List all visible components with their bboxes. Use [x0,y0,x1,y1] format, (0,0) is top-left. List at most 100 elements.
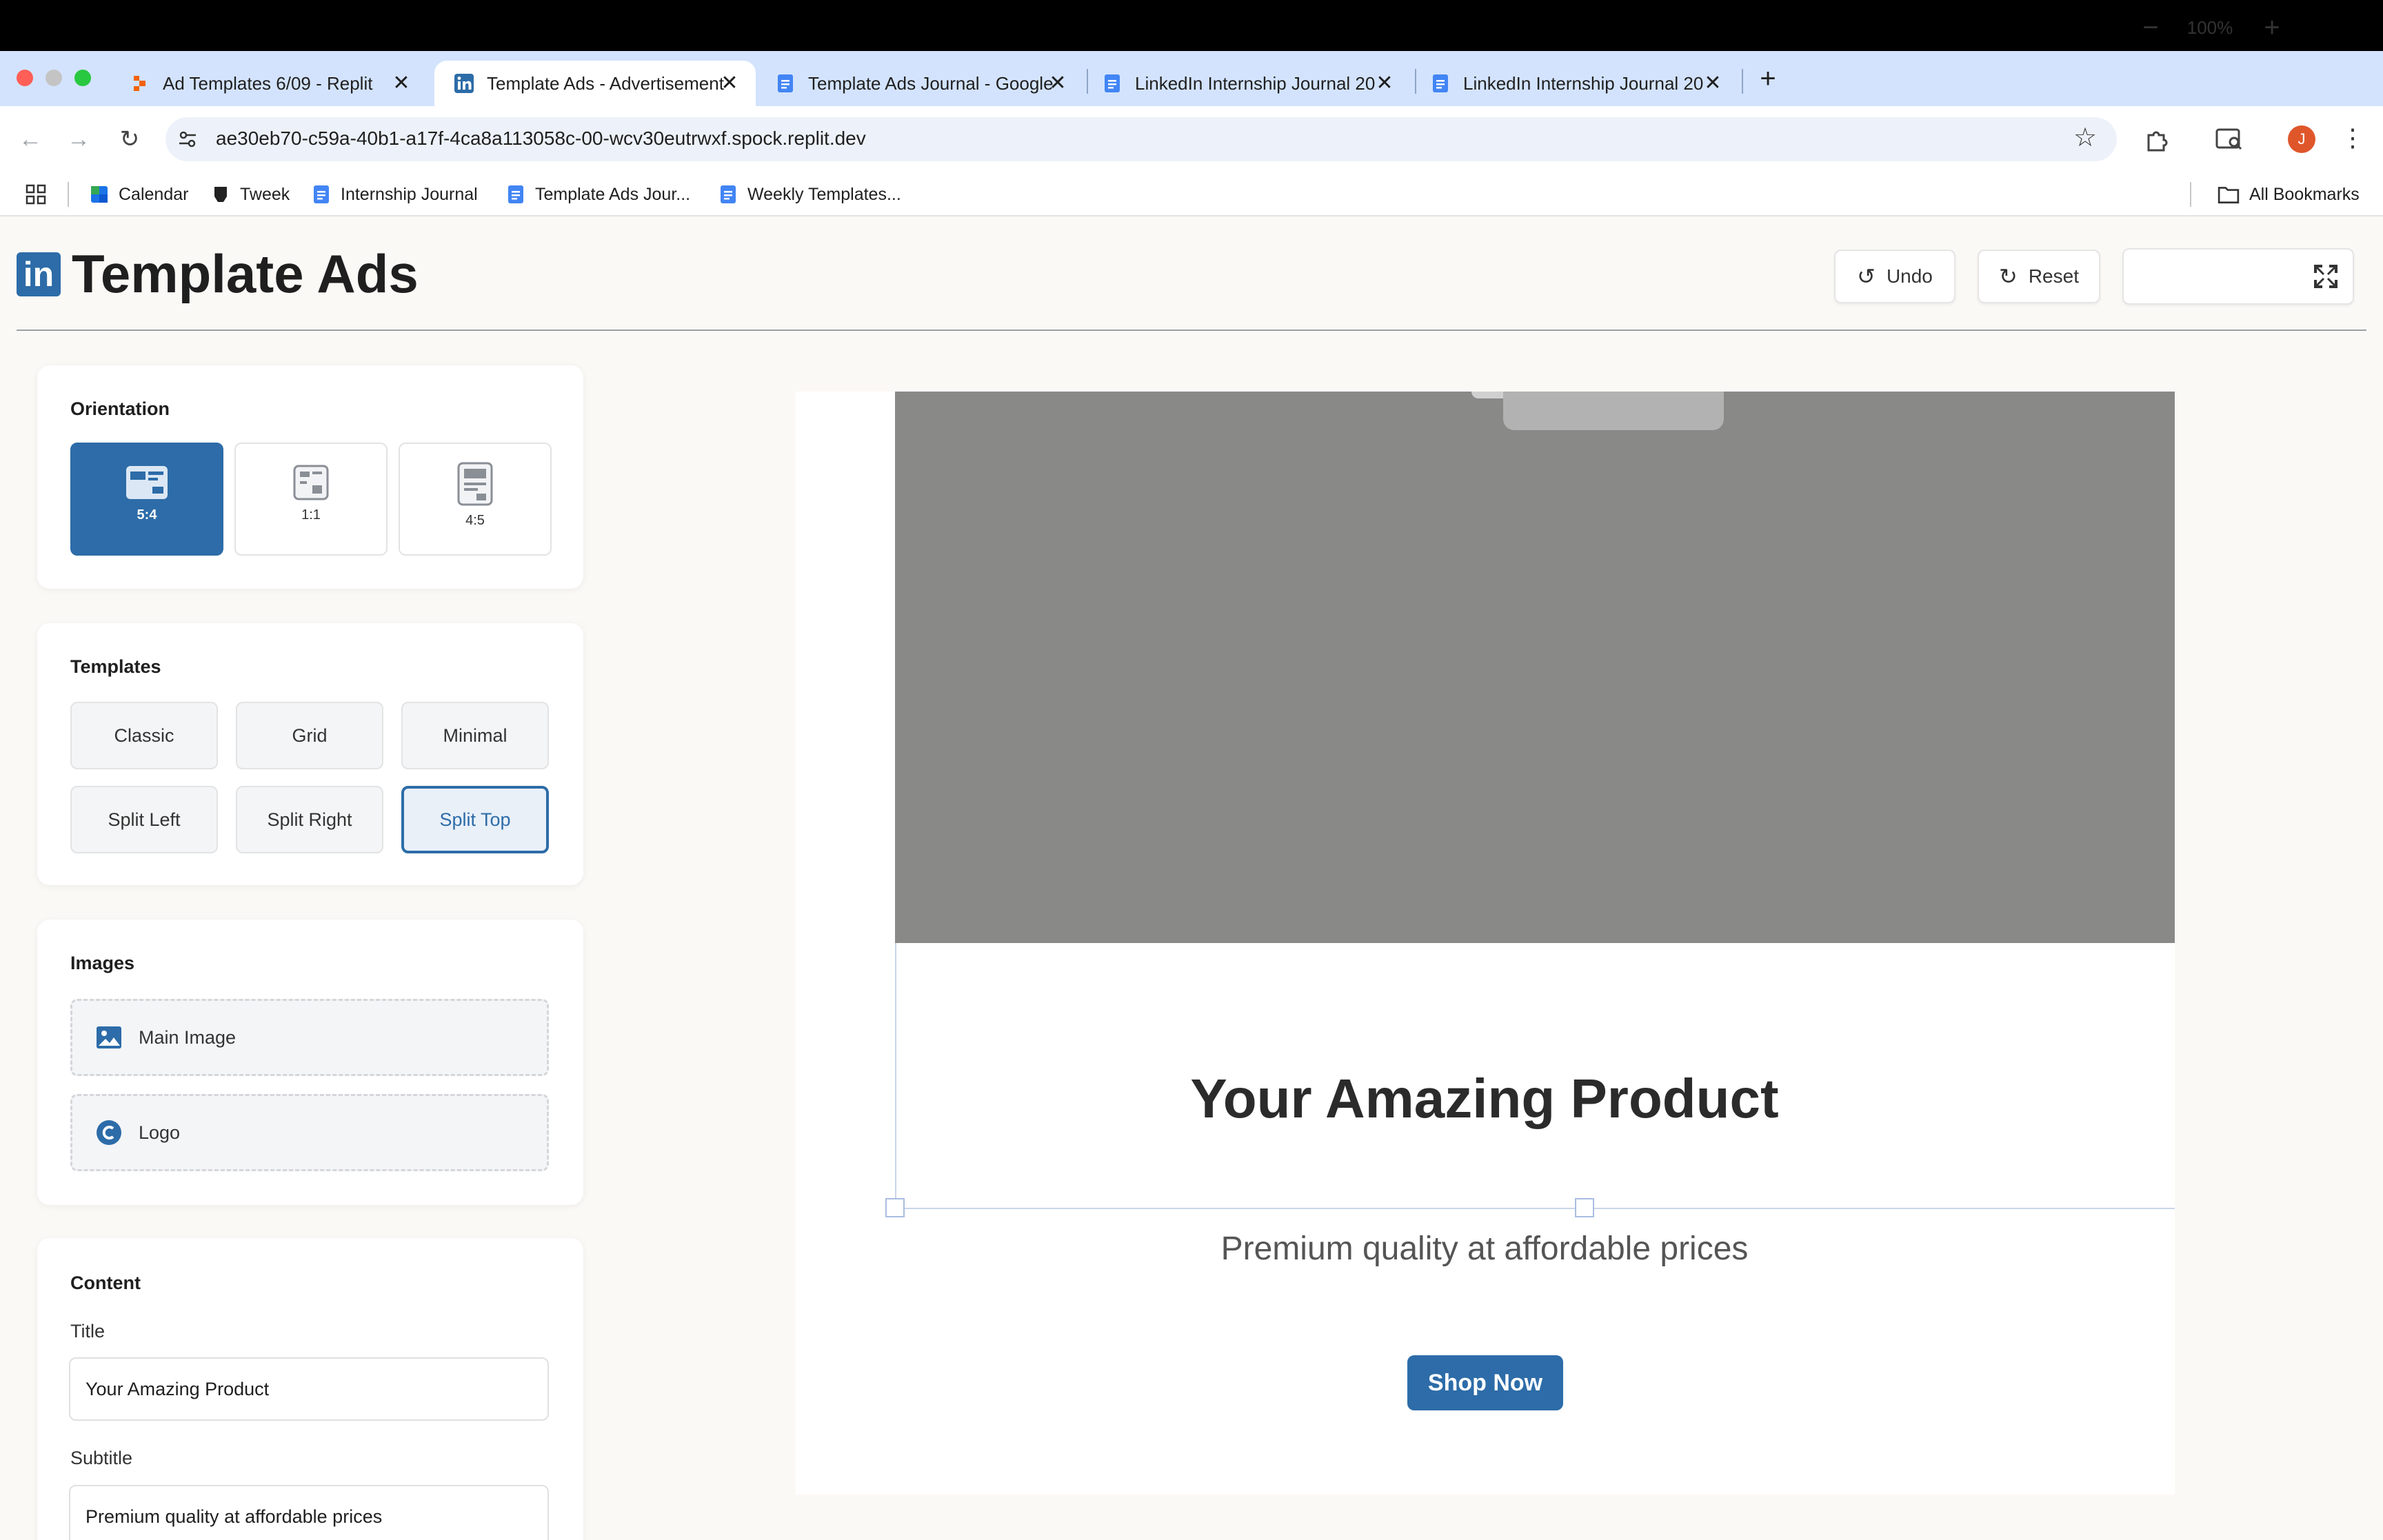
linkedin-icon [454,74,474,93]
template-split-right[interactable]: Split Right [236,786,383,853]
browser-tab[interactable]: LinkedIn Internship Journal 20 ✕ [1411,61,1739,106]
bookmark-divider [68,182,69,207]
site-info-icon[interactable] [177,128,199,150]
close-tab-icon[interactable]: ✕ [1700,70,1725,97]
all-bookmarks-button[interactable]: All Bookmarks [2218,183,2360,206]
orientation-label: 5:4 [137,507,157,523]
close-tab-icon[interactable]: ✕ [717,70,742,97]
google-docs-icon [721,185,736,203]
zoom-in-icon[interactable]: + [2255,12,2289,43]
tab-title: Template Ads Journal - Google [808,72,1054,94]
tweek-icon [214,187,227,202]
reset-icon: ↻ [1999,264,2018,289]
bookmark-label: Template Ads Jour... [535,184,691,204]
undo-icon: ↺ [1857,264,1876,289]
tab-title: LinkedIn Internship Journal 20 [1135,72,1376,94]
google-docs-icon [508,185,523,203]
orientation-label: 4:5 [465,513,485,528]
template-classic[interactable]: Classic [70,702,218,769]
portrait-layout-icon [457,462,493,506]
ad-subtitle[interactable]: Premium quality at affordable prices [895,1230,2074,1268]
logo-upload[interactable]: Logo [70,1094,549,1171]
close-tab-icon[interactable]: ✕ [1045,70,1070,97]
new-tab-button[interactable]: + [1753,65,1783,92]
tab-search-icon[interactable] [2215,125,2244,153]
panel-title: Templates [70,656,161,677]
template-split-top[interactable]: Split Top [401,786,549,853]
bookmark-template-ads-journal[interactable]: Template Ads Jour... [506,183,690,206]
title-input[interactable]: Your Amazing Product [69,1357,549,1421]
browser-tab[interactable]: LinkedIn Internship Journal 20 ✕ [1083,61,1411,106]
bookmark-weekly-templates[interactable]: Weekly Templates... [718,183,901,206]
orientation-option-4-5[interactable]: 4:5 [399,443,552,556]
bookmark-internship-journal[interactable]: Internship Journal [312,183,478,206]
google-docs-icon [778,74,793,92]
image-decoration [1471,392,1505,398]
minimize-window-button[interactable] [46,70,62,86]
tab-title: Ad Templates 6/09 - Replit [163,72,373,94]
template-split-left[interactable]: Split Left [70,786,218,853]
resize-handle[interactable] [885,1198,905,1217]
ad-main-image[interactable] [895,392,2175,943]
google-docs-icon [314,185,329,203]
zoom-out-icon[interactable]: − [2133,12,2168,43]
back-icon[interactable]: ← [15,125,46,153]
bookmark-label: Calendar [119,184,189,204]
image-icon [97,1026,121,1048]
title-field-label: Title [70,1321,105,1341]
forward-icon[interactable]: → [63,125,94,153]
fullscreen-icon[interactable] [2313,263,2339,290]
page-title: Template Ads [72,243,419,304]
reset-label: Reset [2028,265,2079,287]
tab-title: Template Ads - Advertisement [487,72,724,94]
reset-button[interactable]: ↻ Reset [1978,250,2100,303]
image-decoration [1503,392,1724,430]
bookmark-divider [2190,182,2191,207]
url-text[interactable]: ae30eb70-c59a-40b1-a17f-4ca8a113058c-00-… [216,128,866,150]
close-tab-icon[interactable]: ✕ [389,70,414,97]
selection-frame [895,1208,2175,1209]
calendar-icon [91,186,108,203]
tab-title: LinkedIn Internship Journal 20 [1463,72,1704,94]
google-docs-icon [1433,74,1448,92]
subtitle-input[interactable]: Premium quality at affordable prices [69,1485,549,1540]
panel-title: Orientation [70,398,170,419]
undo-button[interactable]: ↺ Undo [1834,250,1955,303]
template-grid[interactable]: Grid [236,702,383,769]
browser-tab[interactable]: Template Ads Journal - Google ✕ [756,61,1084,106]
orientation-option-5-4[interactable]: 5:4 [70,443,223,556]
bookmark-tweek[interactable]: Tweek [211,183,290,206]
maximize-window-button[interactable] [74,70,91,86]
close-window-button[interactable] [17,70,33,86]
replit-icon [134,76,145,91]
linkedin-logo-icon: in [17,252,61,296]
browser-tab-active[interactable]: Template Ads - Advertisement ✕ [434,61,756,106]
template-minimal[interactable]: Minimal [401,702,549,769]
bookmark-label: Internship Journal [341,184,478,204]
header-divider [17,330,2366,331]
logo-c-icon [97,1120,121,1145]
bookmark-star-icon[interactable]: ☆ [2070,124,2100,152]
undo-label: Undo [1886,265,1933,287]
profile-avatar[interactable]: J [2288,125,2315,153]
panel-title: Images [70,953,135,973]
close-tab-icon[interactable]: ✕ [1372,70,1397,97]
main-image-upload[interactable]: Main Image [70,999,549,1076]
orientation-option-1-1[interactable]: 1:1 [234,443,388,556]
resize-handle[interactable] [1575,1198,1594,1217]
apps-grid-icon[interactable] [25,183,47,205]
bookmark-label: Tweek [240,184,290,204]
landscape-layout-icon [126,466,168,499]
ad-title[interactable]: Your Amazing Product [895,1067,2074,1131]
browser-menu-icon[interactable]: ⋮ [2337,124,2368,152]
extensions-icon[interactable] [2143,125,2171,153]
screen-top-bar [0,0,2383,51]
browser-tab[interactable]: Ad Templates 6/09 - Replit ✕ [110,61,428,106]
reload-icon[interactable]: ↻ [114,125,145,153]
all-bookmarks-label: All Bookmarks [2249,184,2360,204]
square-layout-icon [293,465,329,500]
bookmark-calendar[interactable]: Calendar [90,183,188,206]
shop-now-button[interactable]: Shop Now [1407,1355,1563,1410]
subtitle-field-label: Subtitle [70,1448,133,1468]
folder-icon [2218,187,2240,204]
